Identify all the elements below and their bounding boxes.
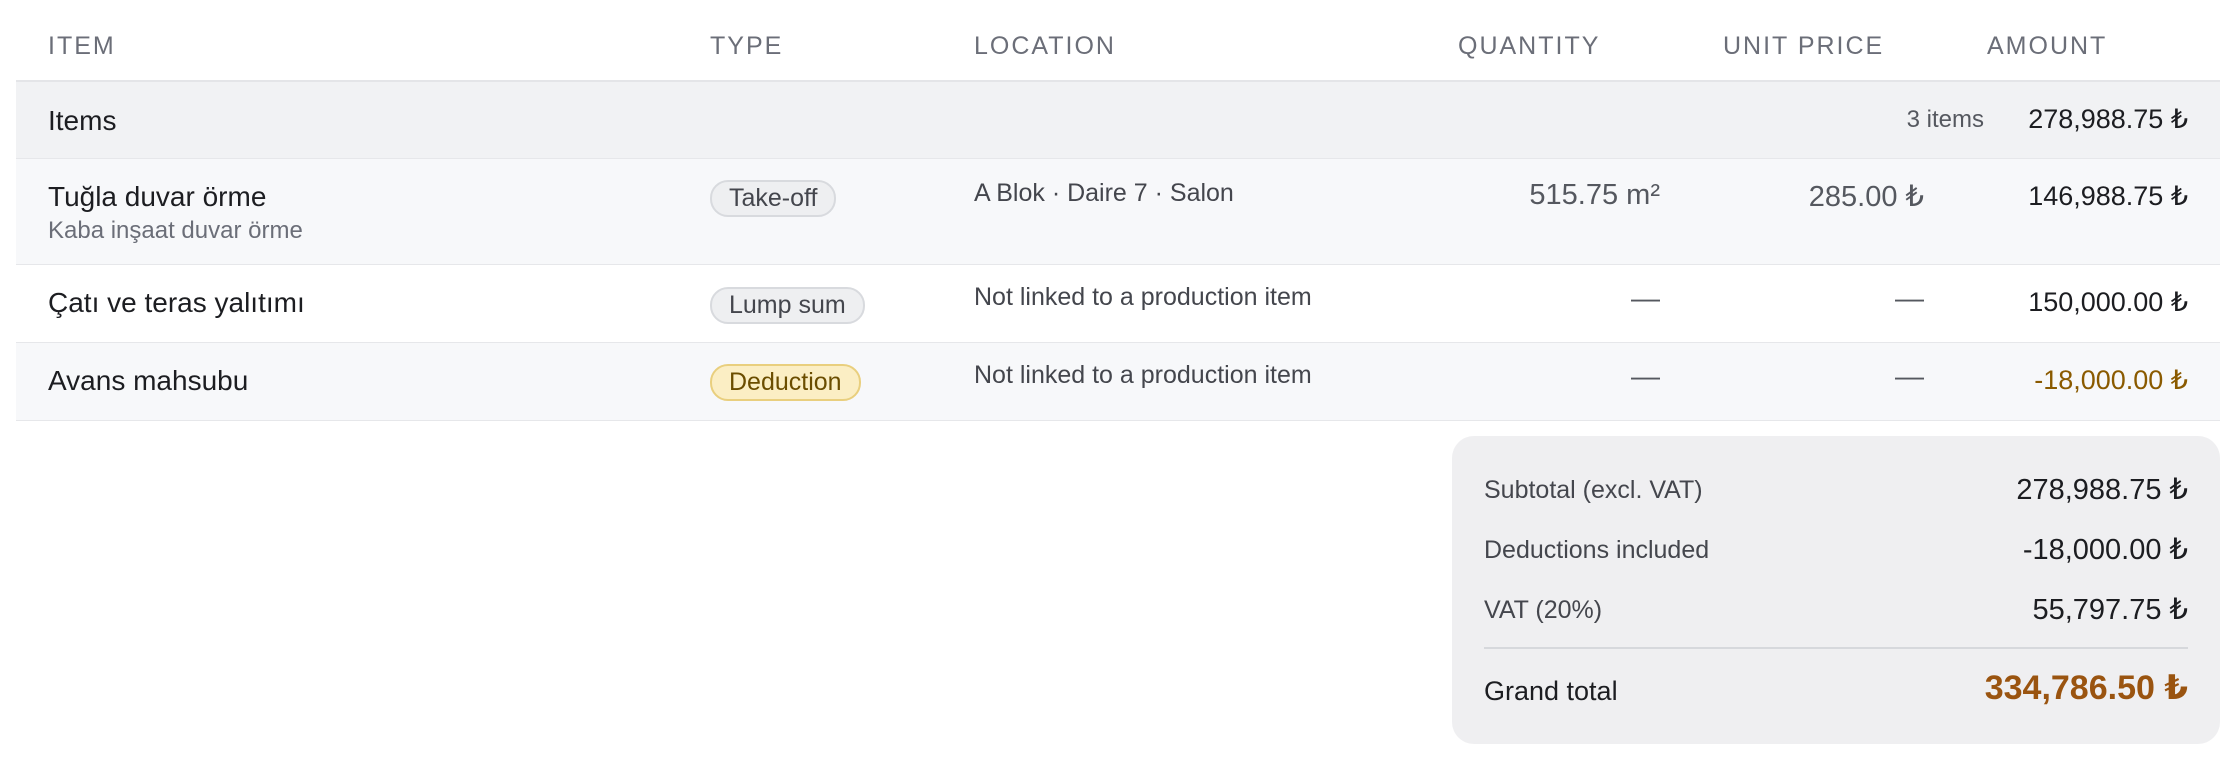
- amount-value: 150,000.00 ₺: [2028, 287, 2188, 317]
- deductions-label: Deductions included: [1484, 536, 1710, 564]
- subtotal-label: Subtotal (excl. VAT): [1484, 476, 1703, 504]
- column-header-unit-price[interactable]: UNIT PRICE: [1723, 32, 1884, 61]
- item-subtitle: Kaba inşaat duvar örme: [48, 217, 303, 244]
- grand-total-label: Grand total: [1484, 676, 1618, 706]
- unit-price-value: —: [1895, 283, 1924, 315]
- group-row-items[interactable]: Items 3 items 278,988.75 ₺: [16, 82, 2220, 159]
- column-header-type[interactable]: TYPE: [710, 32, 783, 61]
- location-text: Not linked to a production item: [974, 361, 1312, 389]
- unit-price-value: 285.00 ₺: [1808, 181, 1924, 213]
- vat-value: 55,797.75 ₺: [2032, 594, 2188, 626]
- item-name: Avans mahsubu: [48, 365, 249, 396]
- grand-total-value: 334,786.50 ₺: [1984, 669, 2188, 707]
- amount-value: -18,000.00 ₺: [2034, 365, 2188, 395]
- totals-divider: [1484, 647, 2188, 649]
- table-row[interactable]: Tuğla duvar örme Kaba inşaat duvar örme …: [16, 159, 2220, 265]
- location-text: Not linked to a production item: [974, 283, 1312, 311]
- unit-price-value: —: [1895, 361, 1924, 393]
- type-badge-takeoff: Take-off: [710, 180, 837, 217]
- quantity-value: —: [1631, 283, 1660, 315]
- column-header-location[interactable]: LOCATION: [974, 32, 1116, 61]
- group-item-count: 3 items: [1906, 106, 1984, 133]
- table-header: ITEM TYPE LOCATION QUANTITY UNIT PRICE A…: [16, 0, 2220, 82]
- quantity-value: 515.75 m²: [1529, 179, 1660, 211]
- amount-value: 146,988.75 ₺: [2028, 181, 2188, 211]
- quantity-value: —: [1631, 361, 1660, 393]
- deductions-value: -18,000.00 ₺: [2022, 534, 2188, 566]
- group-amount: 278,988.75 ₺: [2028, 104, 2188, 134]
- table-row[interactable]: Çatı ve teras yalıtımı Lump sum Not link…: [16, 265, 2220, 343]
- vat-label: VAT (20%): [1484, 596, 1603, 624]
- group-label: Items: [48, 105, 117, 136]
- type-badge-lump-sum: Lump sum: [710, 287, 865, 324]
- item-name: Çatı ve teras yalıtımı: [48, 287, 305, 318]
- column-header-amount[interactable]: AMOUNT: [1987, 32, 2107, 61]
- line-items-table: ITEM TYPE LOCATION QUANTITY UNIT PRICE A…: [16, 0, 2220, 421]
- type-badge-deduction: Deduction: [710, 364, 861, 401]
- totals-summary: Subtotal (excl. VAT) 278,988.75 ₺ Deduct…: [1452, 436, 2220, 744]
- column-header-quantity[interactable]: QUANTITY: [1458, 32, 1600, 61]
- column-header-item[interactable]: ITEM: [48, 32, 116, 61]
- subtotal-value: 278,988.75 ₺: [2016, 474, 2188, 506]
- table-row[interactable]: Avans mahsubu Deduction Not linked to a …: [16, 343, 2220, 421]
- item-name: Tuğla duvar örme: [48, 181, 267, 212]
- location-text: A Blok · Daire 7 · Salon: [974, 179, 1234, 207]
